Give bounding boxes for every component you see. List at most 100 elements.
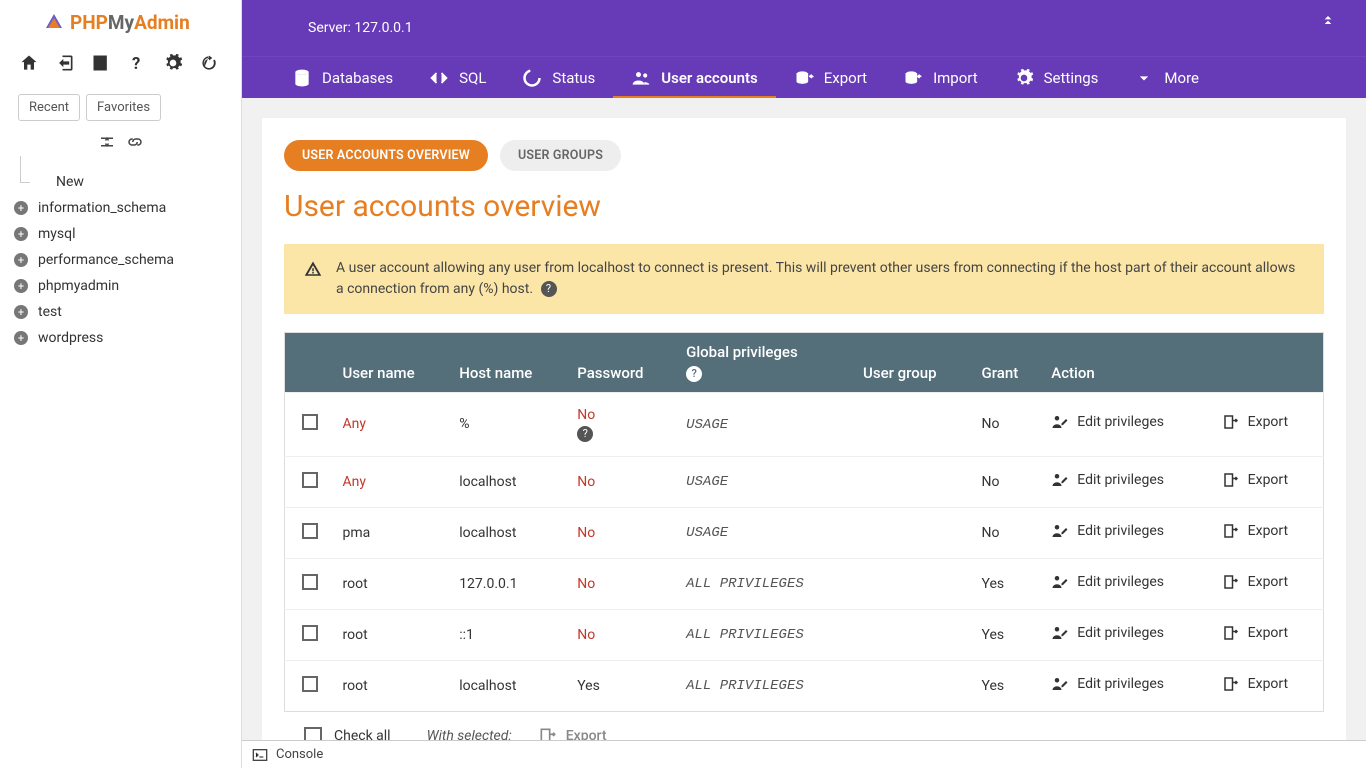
row-checkbox[interactable] — [302, 676, 318, 692]
col-username[interactable]: User name — [335, 333, 452, 393]
tab-overview[interactable]: USER ACCOUNTS OVERVIEW — [284, 140, 488, 171]
gear-icon — [1014, 68, 1034, 88]
menu-import[interactable]: Import — [885, 57, 996, 99]
recent-tab[interactable]: Recent — [18, 94, 80, 121]
export-icon — [1222, 573, 1240, 591]
user-accounts-table: User name Host name Password Global priv… — [284, 332, 1324, 712]
row-checkbox[interactable] — [302, 523, 318, 539]
notice-text: A user account allowing any user from lo… — [336, 260, 1295, 297]
cell-host: localhost — [451, 456, 569, 507]
help-icon[interactable]: ? — [577, 426, 593, 442]
help-icon[interactable]: ? — [541, 281, 557, 297]
console-bar[interactable]: Console — [242, 740, 1366, 768]
sql-icon — [429, 68, 449, 88]
menu-export[interactable]: Export — [776, 57, 885, 99]
sidebar: PHPMyAdmin ? Recent Favorites New +infor… — [0, 0, 242, 768]
help-icon[interactable]: ? — [126, 52, 148, 74]
col-password[interactable]: Password — [569, 333, 678, 393]
cell-privileges: ALL PRIVILEGES — [678, 660, 855, 711]
cell-privileges: USAGE — [678, 507, 855, 558]
row-checkbox[interactable] — [302, 625, 318, 641]
gear-icon[interactable] — [162, 52, 184, 74]
export-link[interactable]: Export — [1222, 522, 1288, 540]
cell-usergroup — [855, 609, 973, 660]
menu-user-accounts[interactable]: User accounts — [613, 57, 775, 99]
cell-privileges: ALL PRIVILEGES — [678, 609, 855, 660]
export-icon — [1222, 675, 1240, 693]
tab-user-groups[interactable]: USER GROUPS — [500, 140, 621, 171]
cell-host: 127.0.0.1 — [451, 558, 569, 609]
logo[interactable]: PHPMyAdmin — [0, 0, 241, 44]
svg-text:?: ? — [132, 55, 140, 73]
col-privileges[interactable]: Global privileges? — [678, 333, 855, 393]
cell-host: ::1 — [451, 609, 569, 660]
cell-password: No — [569, 558, 678, 609]
cell-grant: No — [974, 507, 1044, 558]
link-icon[interactable] — [126, 133, 144, 155]
row-checkbox[interactable] — [302, 414, 318, 430]
logout-icon[interactable] — [54, 52, 76, 74]
edit-privileges-link[interactable]: Edit privileges — [1051, 471, 1164, 489]
menu-status[interactable]: Status — [504, 57, 613, 99]
menu-more[interactable]: More — [1116, 57, 1217, 99]
logo-admin: Admin — [134, 11, 190, 34]
db-item[interactable]: +information_schema — [14, 195, 241, 221]
cell-privileges: USAGE — [678, 456, 855, 507]
export-link[interactable]: Export — [1222, 624, 1288, 642]
menu-settings[interactable]: Settings — [996, 57, 1117, 99]
export-link[interactable]: Export — [1222, 675, 1288, 693]
cell-grant: No — [974, 456, 1044, 507]
db-item[interactable]: +wordpress — [14, 325, 241, 351]
export-link[interactable]: Export — [1222, 471, 1288, 489]
row-checkbox[interactable] — [302, 472, 318, 488]
table-row: root::1NoALL PRIVILEGES Yes Edit privilege… — [285, 609, 1324, 660]
cell-usergroup — [855, 507, 973, 558]
export-icon — [1222, 413, 1240, 431]
cell-grant: No — [974, 392, 1044, 456]
help-icon[interactable]: ? — [686, 366, 702, 382]
database-tree: New +information_schema +mysql +performa… — [0, 165, 241, 351]
db-new[interactable]: New — [14, 169, 241, 195]
server-label[interactable]: Server: 127.0.0.1 — [308, 20, 413, 36]
reload-icon[interactable] — [198, 52, 220, 74]
collapse-tree-icon[interactable] — [98, 133, 116, 155]
db-item[interactable]: +phpmyadmin — [14, 273, 241, 299]
console-icon — [252, 747, 268, 763]
cell-username: root — [335, 609, 452, 660]
home-icon[interactable] — [18, 52, 40, 74]
col-grant[interactable]: Grant — [974, 333, 1044, 393]
menu-sql[interactable]: SQL — [411, 57, 504, 99]
cell-host: localhost — [451, 507, 569, 558]
page-title: User accounts overview — [284, 189, 1324, 224]
cell-grant: Yes — [974, 609, 1044, 660]
docs-icon[interactable] — [90, 52, 112, 74]
edit-privileges-link[interactable]: Edit privileges — [1051, 413, 1164, 431]
edit-privileges-link[interactable]: Edit privileges — [1051, 675, 1164, 693]
export-link[interactable]: Export — [1222, 573, 1288, 591]
table-row: rootlocalhostYesALL PRIVILEGESYesEdit pr… — [285, 660, 1324, 711]
col-usergroup[interactable]: User group — [855, 333, 973, 393]
cell-privileges: USAGE — [678, 392, 855, 456]
cell-username: Any — [335, 392, 452, 456]
export-link[interactable]: Export — [1222, 413, 1288, 431]
db-item[interactable]: +mysql — [14, 221, 241, 247]
edit-privileges-link[interactable]: Edit privileges — [1051, 522, 1164, 540]
db-item[interactable]: +test — [14, 299, 241, 325]
table-row: root127.0.0.1NoALL PRIVILEGESYesEdit pri… — [285, 558, 1324, 609]
table-row: pmalocalhostNoUSAGENoEdit privilegesExpo… — [285, 507, 1324, 558]
cell-password: No — [569, 507, 678, 558]
col-hostname[interactable]: Host name — [451, 333, 569, 393]
edit-privileges-link[interactable]: Edit privileges — [1051, 573, 1164, 591]
edit-icon — [1051, 675, 1069, 693]
db-item[interactable]: +performance_schema — [14, 247, 241, 273]
top-menu: Databases SQL Status User accounts Expor… — [242, 56, 1366, 98]
cell-usergroup — [855, 558, 973, 609]
edit-privileges-link[interactable]: Edit privileges — [1051, 624, 1164, 642]
collapse-chevron-icon[interactable] — [1320, 12, 1336, 32]
cell-password: No — [569, 609, 678, 660]
users-icon — [631, 68, 651, 88]
menu-databases[interactable]: Databases — [274, 57, 411, 99]
favorites-tab[interactable]: Favorites — [86, 94, 161, 121]
row-checkbox[interactable] — [302, 574, 318, 590]
cell-username: Any — [335, 456, 452, 507]
